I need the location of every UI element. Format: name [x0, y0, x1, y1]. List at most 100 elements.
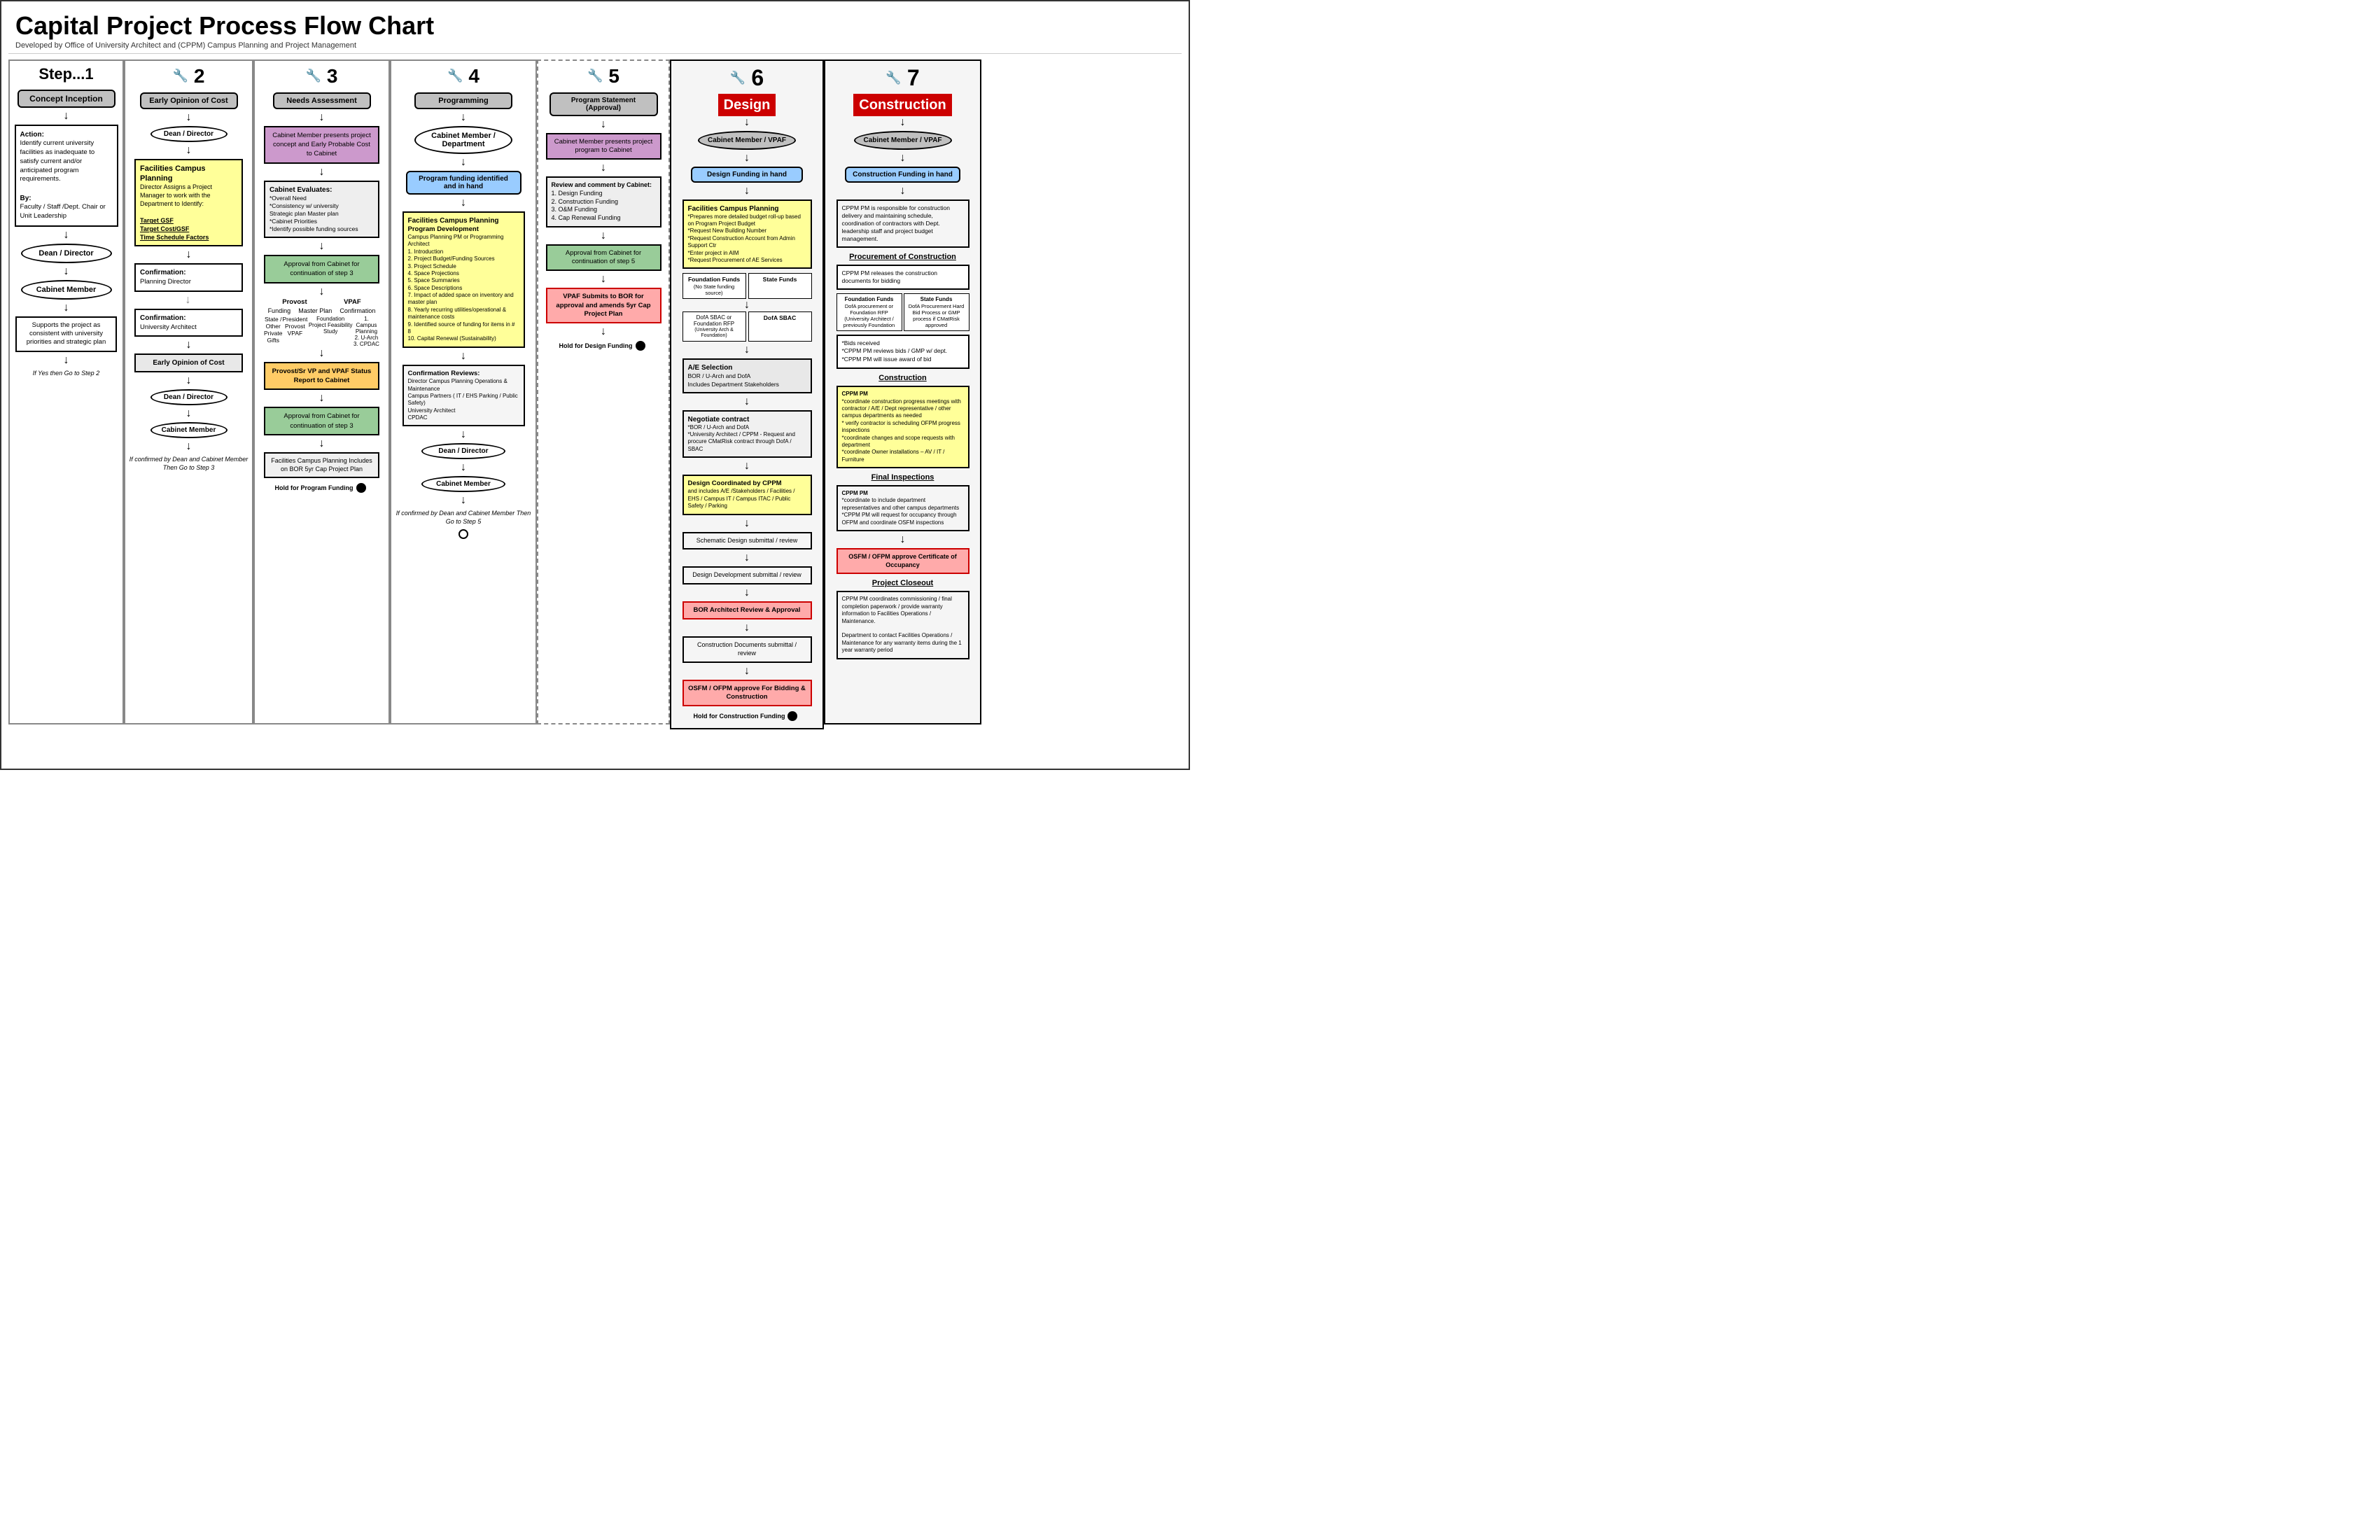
step4-reviews-text: Director Campus Planning Operations & Ma…	[408, 378, 519, 421]
step4-conf-reviews-label: Confirmation Reviews:	[408, 370, 519, 378]
step6-osfm-ofpm-box: OSFM / OFPM approve For Bidding & Constr…	[682, 680, 812, 707]
step7-cppm-final: CPPM PM	[842, 490, 964, 497]
step6-negotiate-items: *BOR / U-Arch and DofA *University Archi…	[688, 424, 806, 454]
step7-icon: 🔧	[886, 71, 901, 85]
step4-title: Programming	[414, 92, 512, 109]
step3-facilities-text-box: Facilities Campus Planning Includes on B…	[264, 452, 379, 478]
step4-oval3: Cabinet Member	[421, 476, 505, 492]
step6-bor-uarch: BOR / U-Arch and DofA	[688, 372, 806, 380]
arrow-s6-1: ↓	[744, 117, 750, 128]
step7-cppm-closeout-box: CPPM PM coordinates commissioning / fina…	[836, 591, 969, 659]
step6-header: 🔧 6	[730, 65, 764, 91]
step2-oval3: Cabinet Member	[150, 422, 227, 438]
step2-facilities-box: Facilities Campus Planning Director Assi…	[134, 159, 243, 247]
step2-conf2-label: Confirmation:	[140, 314, 186, 322]
step6-icon: 🔧	[730, 71, 746, 85]
step6-schematic-box: Schematic Design submittal / review	[682, 532, 812, 550]
step7-cppm-box: CPPM PM is responsible for construction …	[836, 200, 969, 248]
by-text: Faculty / Staff /Dept. Chair or Unit Lea…	[20, 203, 113, 221]
step5-review-items: 1. Design Funding 2. Construction Fundin…	[552, 190, 656, 223]
step7-bids-received: *Bids received	[842, 340, 964, 348]
step6-design-dev: Design Development submittal / review	[692, 571, 802, 578]
arrow1: ↓	[64, 111, 69, 122]
step7-cppm-closeout: CPPM PM coordinates commissioning / fina…	[842, 596, 964, 625]
arrow-s3-4: ↓	[319, 286, 325, 298]
step7-inner: 🔧 7 Construction ↓ Cabinet Member / VPAF…	[828, 65, 977, 662]
step7-number: 7	[907, 65, 920, 91]
step3-funding-label: Funding	[268, 307, 291, 314]
step7-cppm-final-items: *coordinate to include department repres…	[842, 497, 964, 526]
step7-column: 🔧 7 Construction ↓ Cabinet Member / VPAF…	[824, 59, 981, 724]
step2-time-schedule: Time Schedule Factors	[140, 234, 237, 242]
arrow-s6-8: ↓	[744, 552, 750, 564]
step3-funding-section: Provost VPAF Funding Master Plan Confirm…	[264, 298, 379, 347]
arrow-s4-6: ↓	[461, 462, 466, 473]
step6-negotiate-box: Negotiate contract *BOR / U-Arch and Dof…	[682, 410, 812, 458]
arrow-s7-2: ↓	[900, 153, 906, 164]
step7-cppm-text: CPPM PM is responsible for construction …	[842, 204, 950, 242]
arrow-s4-3: ↓	[461, 197, 466, 209]
step1-number: Step...1	[13, 65, 120, 83]
step3-hold-row: Hold for Program Funding	[275, 483, 369, 493]
step5-hold-circle	[636, 341, 645, 351]
arrow-s5-1: ↓	[601, 119, 606, 130]
step2-icon: 🔧	[173, 69, 188, 83]
step3-header: 🔧 3	[306, 65, 338, 88]
step5-review-box: Review and comment by Cabinet: 1. Design…	[546, 176, 662, 227]
arrow5: ↓	[64, 355, 69, 366]
step4-number: 4	[468, 65, 479, 88]
step5-hold-label: Hold for Design Funding	[559, 342, 633, 349]
arrow-s3-2: ↓	[319, 167, 325, 178]
arrow-s3-7: ↓	[319, 438, 325, 449]
page: Capital Project Process Flow Chart Devel…	[0, 0, 1190, 770]
arrow-s3-6: ↓	[319, 393, 325, 404]
step3-evaluates-box: Cabinet Evaluates: *Overall Need*Consist…	[264, 181, 379, 238]
step6-title: Design	[718, 94, 776, 116]
step6-ae-title: A/E Selection	[688, 363, 806, 372]
step7-cppm-releases-box: CPPM PM releases the construction docume…	[836, 265, 969, 290]
step3-facilities-text: Facilities Campus Planning Includes on B…	[271, 457, 372, 472]
arrow-s6-2: ↓	[744, 153, 750, 164]
step7-header: 🔧 7	[886, 65, 919, 91]
arrow-s6-f1: ↓	[682, 300, 812, 311]
step1-oval2: Cabinet Member	[21, 280, 112, 300]
step6-hold-label: Hold for Construction Funding	[694, 713, 785, 720]
arrow-s6-9: ↓	[744, 587, 750, 598]
step7-dept-contact: Department to contact Facilities Operati…	[842, 632, 964, 654]
step5-inner: 🔧 5 Program Statement (Approval) ↓ Cabin…	[541, 65, 666, 354]
step5-review-title: Review and comment by Cabinet:	[552, 181, 656, 190]
step4-oval1: Cabinet Member / Department	[414, 126, 512, 154]
step7-cppm-award: *CPPM PM will issue award of bid	[842, 356, 964, 364]
arrow-s2-7: ↓	[186, 408, 192, 419]
step4-program-dev-title: Program Development	[408, 225, 519, 234]
step2-conf1: Planning Director	[140, 278, 191, 286]
step5-title: Program Statement (Approval)	[550, 92, 658, 116]
step7-cppm-releases: CPPM PM releases the construction docume…	[842, 270, 938, 284]
step5-vpaf-submits-box: VPAF Submits to BOR for approval and ame…	[546, 288, 662, 323]
step2-conf1-box: Confirmation: Planning Director	[134, 263, 243, 291]
step7-osfm-approve-box: OSFM / OFPM approve Certificate of Occup…	[836, 548, 969, 574]
step3-provost2-label: Provost	[282, 323, 307, 330]
step3-number: 3	[327, 65, 338, 88]
step3-campus-planning-label: 1. Campus Planning	[354, 316, 379, 335]
step5-vpaf-submits: VPAF Submits to BOR for approval and ame…	[556, 293, 650, 318]
step6-ae-selection-box: A/E Selection BOR / U-Arch and DofA Incl…	[682, 358, 812, 393]
arrow-s3-5: ↓	[319, 348, 325, 359]
step2-title: Early Opinion of Cost	[140, 92, 238, 109]
step5-approval-label: Approval from Cabinet for continuation o…	[566, 249, 641, 265]
arrow-s2-1: ↓	[186, 112, 192, 123]
step4-facilities-box: Facilities Campus Planning Program Devel…	[402, 211, 525, 348]
arrow-s5-5: ↓	[601, 326, 606, 337]
arrow-s6-11: ↓	[744, 666, 750, 677]
arrow-s7-3: ↓	[900, 186, 906, 197]
step3-column: 🔧 3 Needs Assessment ↓ Cabinet Member pr…	[253, 59, 390, 724]
arrow2: ↓	[64, 230, 69, 241]
step6-dofa-sbac2: DofA SBAC	[748, 312, 812, 342]
step6-dofa-sbac: DofA SBAC or Foundation RFP (University …	[682, 312, 746, 342]
step6-oval1: Cabinet Member / VPAF	[698, 131, 796, 150]
step7-funding-section: Foundation Funds DofA procurement or Fou…	[836, 293, 969, 331]
step4-header: 🔧 4	[447, 65, 479, 88]
arrow-s2-4: ↓	[186, 295, 192, 306]
step3-status-report-box: Provost/Sr VP and VPAF Status Report to …	[264, 362, 379, 391]
step2-target-cost: Target Cost/GSF	[140, 225, 237, 234]
